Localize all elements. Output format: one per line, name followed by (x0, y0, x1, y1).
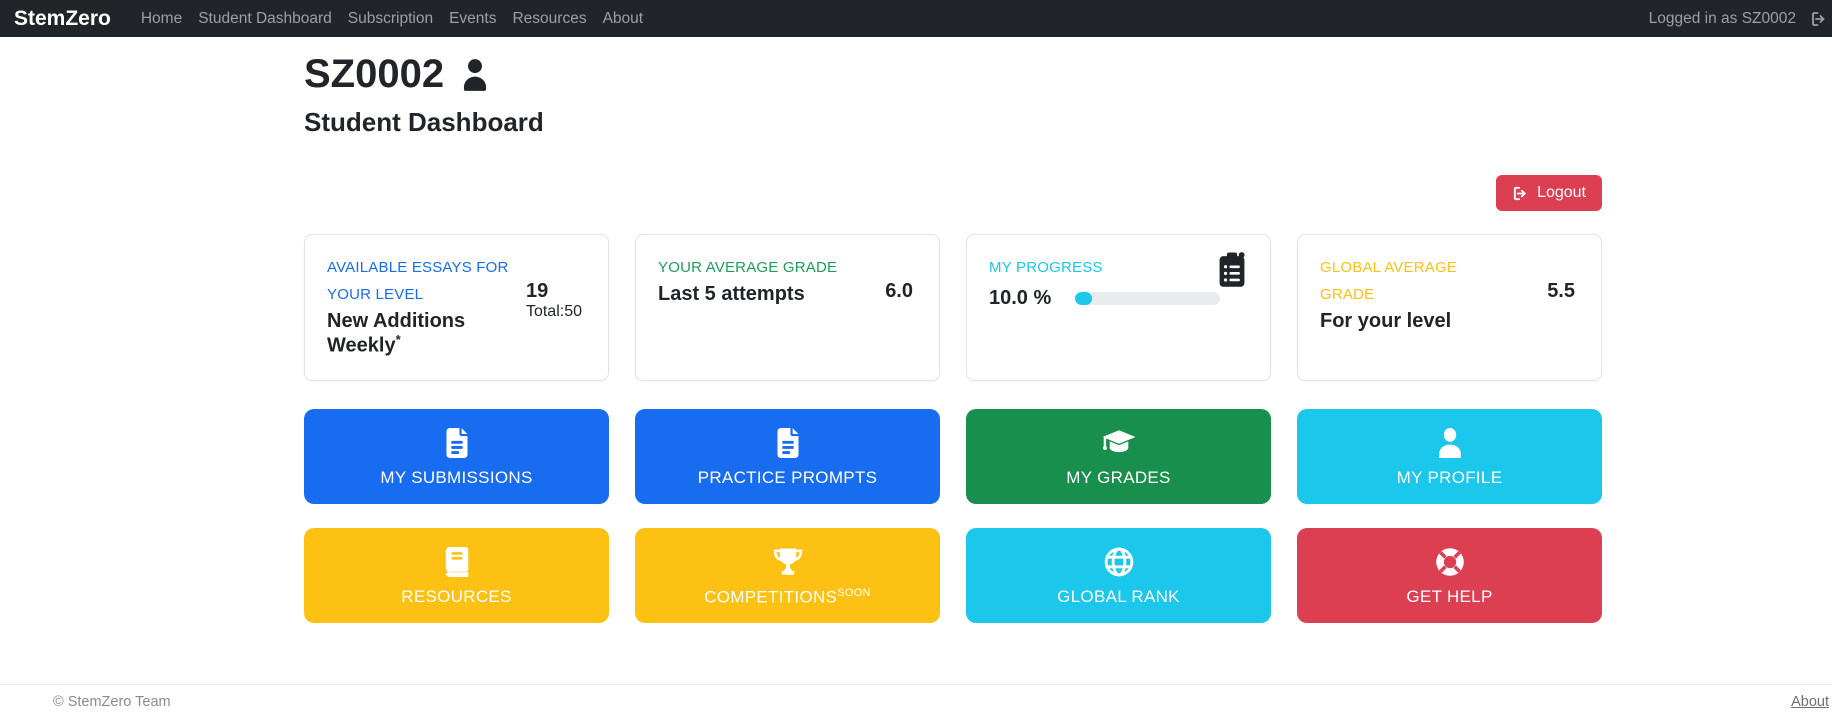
progress-bar-fill (1075, 292, 1092, 305)
card-subtitle: For your level (1320, 310, 1452, 332)
action-label: COMPETITIONSSOON (704, 587, 871, 608)
action-label: RESOURCES (401, 587, 512, 606)
global-rank-button[interactable]: GLOBAL RANK (966, 528, 1271, 623)
logout-icon (1513, 186, 1526, 200)
nav-link-home[interactable]: Home (133, 10, 190, 28)
stats-row: AVAILABLE ESSAYS FOR YOUR LEVEL New Addi… (304, 234, 1602, 381)
action-label: GET HELP (1406, 587, 1493, 606)
action-label: MY PROFILE (1396, 468, 1503, 487)
nav-link-events[interactable]: Events (441, 10, 504, 28)
logout-row: Logout (304, 175, 1602, 211)
page-title: SZ0002 (304, 52, 445, 96)
nav-link-subscription[interactable]: Subscription (340, 10, 441, 28)
page-subtitle: Student Dashboard (304, 107, 544, 137)
navbar: StemZero Home Student Dashboard Subscrip… (0, 0, 1832, 37)
available-total: Total:50 (525, 303, 582, 320)
card-subtitle: New Additions Weekly* (327, 310, 512, 358)
graduation-cap-icon (1102, 430, 1135, 453)
get-help-button[interactable]: GET HELP (1297, 528, 1602, 623)
global-average-value: 5.5 (1547, 280, 1575, 302)
practice-prompts-button[interactable]: PRACTICE PROMPTS (635, 409, 940, 504)
card-title: GLOBAL AVERAGE GRADE (1320, 259, 1458, 303)
nav-link-student-dashboard[interactable]: Student Dashboard (190, 10, 340, 28)
average-grade-value: 6.0 (885, 280, 913, 302)
footer: © StemZero Team About (0, 684, 1832, 723)
action-label: PRACTICE PROMPTS (697, 468, 878, 487)
card-subtitle: Last 5 attempts (658, 283, 805, 305)
my-submissions-button[interactable]: MY SUBMISSIONS (304, 409, 609, 504)
progress-value: 10.0 % (989, 287, 1052, 309)
document-icon (446, 428, 467, 458)
actions-row-1: MY SUBMISSIONS PRACTICE PROMPTS MY GRADE… (304, 409, 1602, 504)
nav-links: Home Student Dashboard Subscription Even… (133, 10, 651, 28)
card-value-block: 19 Total:50 (526, 279, 586, 361)
soon-badge: SOON (837, 586, 871, 599)
clipboard-list-icon (1214, 251, 1250, 294)
logout-button[interactable]: Logout (1496, 175, 1602, 211)
brand-logo[interactable]: StemZero (14, 7, 111, 31)
user-icon (464, 59, 487, 91)
copyright-text: © StemZero Team (53, 694, 171, 710)
logout-icon[interactable] (1810, 10, 1828, 28)
my-profile-button[interactable]: MY PROFILE (1297, 409, 1602, 504)
action-label: MY GRADES (1066, 468, 1171, 487)
card-title: YOUR AVERAGE GRADE (658, 259, 838, 276)
footer-about-link[interactable]: About (1791, 694, 1829, 710)
card-text-block: YOUR AVERAGE GRADE Last 5 attempts (658, 254, 837, 361)
card-title: AVAILABLE ESSAYS FOR YOUR LEVEL (327, 259, 509, 303)
trophy-icon (773, 548, 802, 575)
stat-card-global-average: GLOBAL AVERAGE GRADE For your level 5.5 (1297, 234, 1602, 381)
card-subtitle-note: * (395, 332, 401, 347)
actions-row-2: RESOURCES COMPETITIONSSOON GLOBAL RANK G… (304, 528, 1602, 623)
user-icon (1438, 428, 1461, 458)
my-grades-button[interactable]: MY GRADES (966, 409, 1271, 504)
navbar-right: Logged in as SZ0002 (1648, 9, 1825, 28)
action-label: GLOBAL RANK (1057, 587, 1180, 606)
logged-in-text: Logged in as SZ0002 (1648, 9, 1796, 27)
logout-label: Logout (1537, 184, 1586, 201)
resources-button[interactable]: RESOURCES (304, 528, 609, 623)
document-icon (777, 428, 798, 458)
life-ring-icon (1435, 548, 1464, 576)
page-title-row: SZ0002 (304, 53, 1602, 95)
progress-row: 10.0 % (989, 287, 1248, 310)
nav-link-resources[interactable]: Resources (504, 10, 594, 28)
nav-link-about[interactable]: About (595, 10, 652, 28)
competitions-button[interactable]: COMPETITIONSSOON (635, 528, 940, 623)
card-text-block: GLOBAL AVERAGE GRADE For your level (1320, 254, 1505, 361)
card-value-block: 5.5 (1547, 279, 1579, 361)
main-content: SZ0002 Student Dashboard Logout AVAILABL… (304, 53, 1602, 623)
book-icon (445, 547, 468, 577)
action-label-text: COMPETITIONS (704, 587, 838, 607)
progress-bar (1075, 292, 1221, 305)
available-count: 19 (525, 280, 549, 302)
stat-card-progress: MY PROGRESS 10.0 % (966, 234, 1271, 381)
action-label: MY SUBMISSIONS (380, 468, 533, 487)
card-title: MY PROGRESS (989, 259, 1103, 276)
stat-card-average-grade: YOUR AVERAGE GRADE Last 5 attempts 6.0 (635, 234, 940, 381)
card-text-block: AVAILABLE ESSAYS FOR YOUR LEVEL New Addi… (327, 254, 512, 361)
card-value-block: 6.0 (885, 279, 917, 361)
stat-card-available-essays: AVAILABLE ESSAYS FOR YOUR LEVEL New Addi… (304, 234, 609, 381)
globe-icon (1104, 547, 1133, 577)
